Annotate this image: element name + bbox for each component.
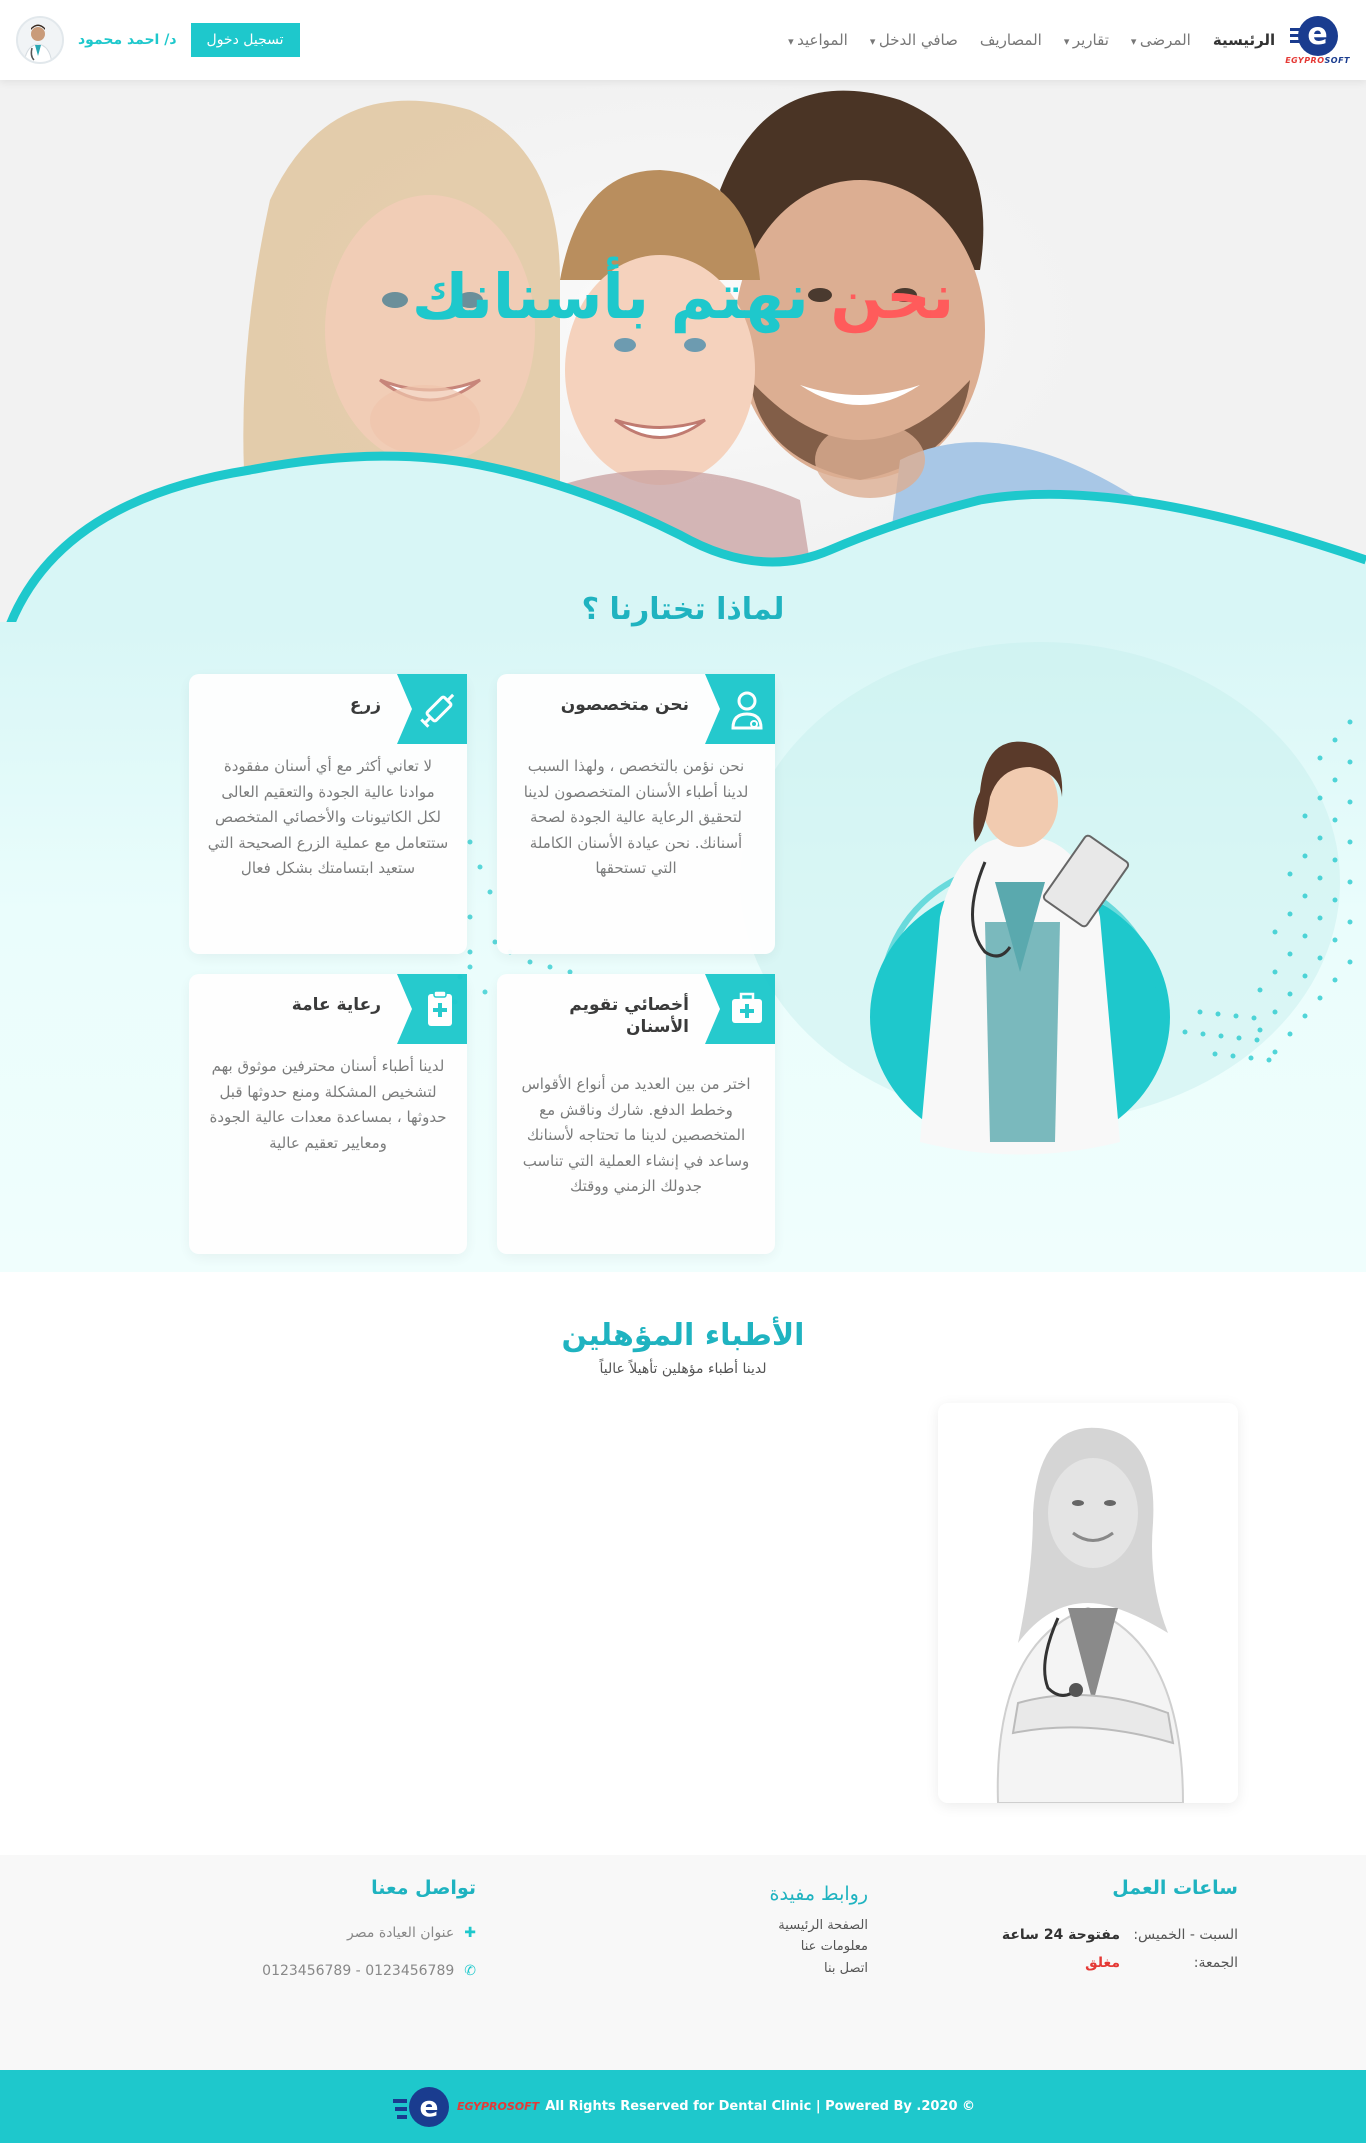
brand-e-icon: e bbox=[392, 2086, 449, 2127]
copyright-brand-text: EGYPROSOFT bbox=[456, 2100, 540, 2113]
card-text: لا تعاني أكثر مع أي أسنان مفقودة موادنا … bbox=[207, 757, 449, 877]
brand-e-icon: e bbox=[1289, 15, 1338, 56]
card-title: زرع bbox=[349, 695, 381, 715]
copyright-brand: e EGYPROSOFT bbox=[391, 2085, 539, 2129]
feature-card-implants: زرع لا تعاني أكثر مع أي أسنان مفقودة موا… bbox=[189, 674, 467, 954]
contact-address: عنوان العيادة مصر bbox=[347, 1925, 455, 1941]
brand-logo[interactable]: e EGYPROSOFT bbox=[1285, 15, 1350, 65]
copyright-text: All Rights Reserved for Dental Clinic | … bbox=[545, 2099, 976, 2114]
nav-net-income-dropdown[interactable]: صافي الدخل bbox=[870, 31, 958, 49]
doctor-photo-card[interactable] bbox=[938, 1403, 1238, 1803]
card-text: اختر من بين العديد من أنواع الأقواس وخطط… bbox=[521, 1075, 751, 1195]
family-hero-illustration bbox=[0, 80, 1366, 625]
hours-closed-value: مغلق bbox=[1085, 1955, 1120, 1971]
top-navbar: e EGYPROSOFT الرئيسية المرضى تقارير المص… bbox=[0, 0, 1366, 80]
hours-row: الجمعة: مغلق bbox=[998, 1955, 1238, 1971]
login-button[interactable]: تسجيل دخول bbox=[190, 23, 300, 57]
first-aid-kit-icon bbox=[705, 974, 775, 1044]
nav-home-link[interactable]: الرئيسية bbox=[1213, 31, 1275, 49]
hours-value: مفتوحة 24 ساعة bbox=[1001, 1927, 1120, 1943]
qualified-doctors-subtitle: لدينا أطباء مؤهلين تأهيلاً عالياً bbox=[599, 1361, 767, 1377]
copyright-bar: e EGYPROSOFT All Rights Reserved for Den… bbox=[0, 2070, 1366, 2143]
feature-card-specialists: نحن متخصصون نحن نؤمن بالتخصص ، ولهذا الس… bbox=[497, 674, 775, 954]
footer-link-home[interactable]: الصفحة الرئيسية bbox=[668, 1915, 868, 1936]
why-choose-us-section: نحن متخصصون نحن نؤمن بالتخصص ، ولهذا الس… bbox=[0, 622, 1366, 1272]
footer-useful-links: روابط مفيدة الصفحة الرئيسية معلومات عنا … bbox=[668, 1883, 868, 1979]
footer-hours-title: ساعات العمل bbox=[1112, 1877, 1238, 1899]
hero-section: نحن نهتم بأسنانك bbox=[0, 80, 1366, 625]
hours-day: الجمعة: bbox=[1193, 1955, 1238, 1971]
nav-user-area: تسجيل دخول د/ احمد محمود bbox=[16, 16, 300, 64]
nav-patients-dropdown[interactable]: المرضى bbox=[1131, 31, 1191, 49]
clipboard-plus-icon bbox=[397, 974, 467, 1044]
contact-phone[interactable]: 0123456789 - 0123456789 bbox=[262, 1963, 454, 1979]
footer-link-contact[interactable]: اتصل بنا bbox=[668, 1958, 868, 1979]
user-name[interactable]: د/ احمد محمود bbox=[78, 32, 177, 48]
card-title: نحن متخصصون bbox=[560, 695, 689, 715]
site-footer: ساعات العمل السبت - الخميس: مفتوحة 24 سا… bbox=[0, 1855, 1366, 2070]
feature-card-orthodontics: أخصائي تقويم الأسنان اختر من بين العديد … bbox=[497, 974, 775, 1254]
footer-link-about[interactable]: معلومات عنا bbox=[668, 1936, 868, 1957]
brand-logo-text: EGYPROSOFT bbox=[1285, 55, 1350, 65]
phone-icon: ✆ bbox=[464, 1963, 476, 1979]
hero-title-accent: نحن bbox=[830, 260, 955, 333]
svg-text:e: e bbox=[419, 2090, 438, 2123]
footer-links-title: روابط مفيدة bbox=[769, 1883, 868, 1905]
card-title: رعاية عامة bbox=[291, 995, 381, 1015]
nav-links: الرئيسية المرضى تقارير المصاريف صافي الد… bbox=[788, 31, 1275, 49]
nav-appointments-dropdown[interactable]: المواعيد bbox=[788, 31, 848, 49]
nav-expenses-link[interactable]: المصاريف bbox=[980, 31, 1042, 49]
nav-reports-dropdown[interactable]: تقارير bbox=[1064, 31, 1109, 49]
female-doctor-photo bbox=[938, 1403, 1238, 1803]
hero-title: نحن نهتم بأسنانك bbox=[0, 260, 1366, 333]
pin-icon: ✚ bbox=[464, 1925, 476, 1941]
hours-row: السبت - الخميس: مفتوحة 24 ساعة bbox=[998, 1927, 1238, 1943]
hours-day: السبت - الخميس: bbox=[1133, 1927, 1238, 1943]
footer-contact-title: تواصل معنا bbox=[371, 1877, 476, 1899]
doctor-avatar-icon bbox=[18, 18, 62, 62]
feature-card-general-care: رعاية عامة لدينا أطباء أسنان محترفين موث… bbox=[189, 974, 467, 1254]
contact-address-row: ✚ عنوان العيادة مصر bbox=[236, 1925, 476, 1941]
qualified-doctors-title: الأطباء المؤهلين bbox=[561, 1318, 805, 1353]
syringe-icon bbox=[397, 674, 467, 744]
doctor-icon bbox=[705, 674, 775, 744]
avatar[interactable] bbox=[16, 16, 64, 64]
footer-working-hours: ساعات العمل السبت - الخميس: مفتوحة 24 سا… bbox=[998, 1877, 1238, 1971]
footer-contact: تواصل معنا ✚ عنوان العيادة مصر ✆ 0123456… bbox=[236, 1877, 476, 1979]
why-choose-us-title: لماذا تختارنا ؟ bbox=[581, 592, 785, 627]
card-text: نحن نؤمن بالتخصص ، ولهذا السبب لدينا أطب… bbox=[523, 757, 749, 877]
card-title: أخصائي تقويم الأسنان bbox=[569, 995, 689, 1038]
hero-title-rest: نهتم بأسنانك bbox=[411, 260, 809, 333]
card-text: لدينا أطباء أسنان محترفين موثوق بهم لتشخ… bbox=[209, 1057, 447, 1152]
contact-phone-row: ✆ 0123456789 - 0123456789 bbox=[236, 1963, 476, 1979]
